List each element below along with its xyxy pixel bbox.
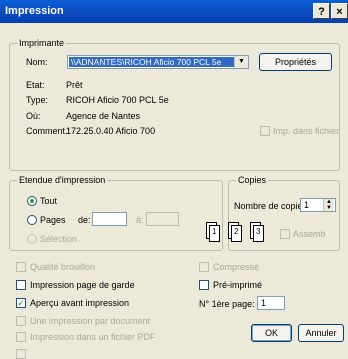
copies-group: Copies xyxy=(228,175,340,251)
spinner-icon[interactable]: ▲ ▼ xyxy=(323,199,334,211)
range-from-label: de: xyxy=(78,215,91,225)
printer-name-select[interactable]: \\ADNANTES\RICOH Aficio 700 PCL 5e ▼ xyxy=(67,55,249,69)
state-label: Etat: xyxy=(26,80,45,90)
cancel-button[interactable]: Annuler xyxy=(298,324,344,342)
window-title: Impression xyxy=(5,5,64,17)
ok-button[interactable]: OK xyxy=(251,324,292,342)
draft-quality-label: Qualité brouillon xyxy=(30,262,96,272)
title-bar: Impression ? × xyxy=(0,0,348,23)
state-value: Prêt xyxy=(66,80,83,90)
first-page-input[interactable]: 1 xyxy=(257,296,285,310)
range-pages-radio[interactable] xyxy=(27,215,37,225)
range-pages-label: Pages xyxy=(40,215,66,225)
preprinted-label: Pré-imprimé xyxy=(213,280,263,290)
where-label: Où: xyxy=(26,111,41,121)
print-to-file-label: Imp. dans fichier xyxy=(273,126,340,136)
single-print-checkbox[interactable] xyxy=(16,316,26,326)
collate-checkbox[interactable] xyxy=(280,229,290,239)
chevron-down-icon: ▼ xyxy=(234,56,248,68)
single-print-label: Une impression par document xyxy=(30,316,151,326)
comment-label: Comment.: xyxy=(26,126,71,136)
first-page-label: N° 1ère page: xyxy=(199,299,255,309)
printer-name-value: \\ADNANTES\RICOH Aficio 700 PCL 5e xyxy=(69,57,234,67)
range-selection-radio[interactable] xyxy=(27,234,37,244)
compressed-checkbox[interactable] xyxy=(199,262,209,272)
properties-button[interactable]: Propriétés xyxy=(259,53,332,71)
printer-legend: Imprimante xyxy=(17,38,67,48)
range-all-label: Tout xyxy=(40,196,58,206)
type-label: Type: xyxy=(26,95,49,105)
pdf-print-checkbox[interactable] xyxy=(16,332,26,342)
comment-value: 172.25.0.40 Aficio 700 xyxy=(66,126,156,136)
pdf-print-label: Impression dans un fichier PDF xyxy=(30,332,156,342)
range-to-input[interactable] xyxy=(146,212,179,226)
close-button[interactable]: × xyxy=(331,3,348,19)
preview-label: Aperçu avant impression xyxy=(30,298,130,308)
collate-pages-icon-2: 22 xyxy=(228,222,242,242)
type-value: RICOH Aficio 700 PCL 5e xyxy=(66,95,169,105)
copies-count-value: 1 xyxy=(304,200,310,210)
collate-pages-icon: 11 xyxy=(206,222,220,242)
range-all-radio[interactable] xyxy=(27,196,37,206)
copies-count-label: Nombre de copies: xyxy=(234,201,310,211)
preview-checkbox[interactable]: ✓ xyxy=(16,298,26,308)
range-to-label: à: xyxy=(136,215,144,225)
compressed-label: Compressé xyxy=(213,262,260,272)
excel-print-checkbox[interactable] xyxy=(16,349,26,359)
range-selection-label: Sélection xyxy=(40,234,78,244)
printer-name-label: Nom: xyxy=(26,57,48,67)
collate-pages-icon-3: 33 xyxy=(250,222,264,242)
cover-page-checkbox[interactable] xyxy=(16,280,26,290)
draft-quality-checkbox[interactable] xyxy=(16,262,26,272)
cover-page-label: Impression page de garde xyxy=(30,280,135,290)
collate-label: Assemb xyxy=(293,229,326,239)
copies-count-input[interactable]: 1 ▲ ▼ xyxy=(300,198,336,212)
print-to-file-checkbox[interactable] xyxy=(260,126,270,136)
range-from-input[interactable] xyxy=(92,212,127,226)
preprinted-checkbox[interactable] xyxy=(199,280,209,290)
range-legend: Etendue d'impression xyxy=(17,175,108,185)
copies-legend: Copies xyxy=(236,175,269,185)
help-button[interactable]: ? xyxy=(313,3,330,19)
where-value: Agence de Nantes xyxy=(66,111,141,121)
